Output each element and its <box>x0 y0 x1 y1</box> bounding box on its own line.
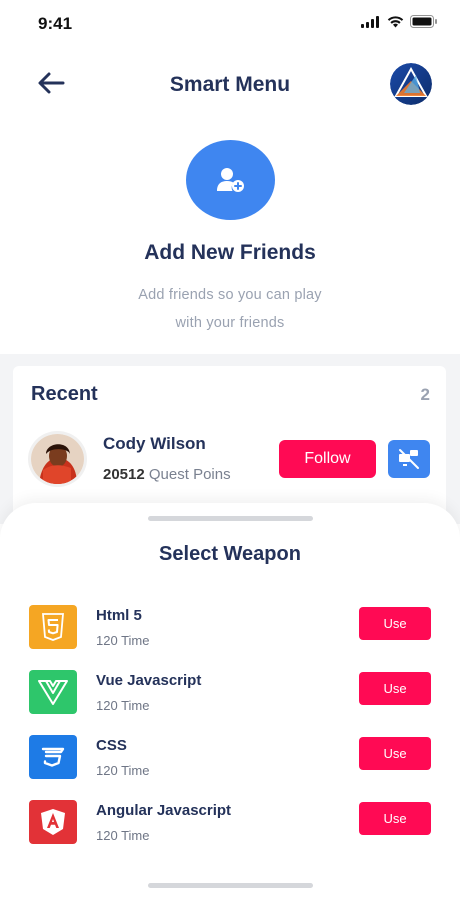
friend-avatar[interactable] <box>31 434 84 484</box>
friend-points: 20512 Quest Poins <box>103 466 231 483</box>
wifi-icon <box>387 16 404 28</box>
weapon-meta: 120 Time <box>96 763 150 778</box>
use-button[interactable]: Use <box>359 672 431 705</box>
friend-points-label: Quest Poins <box>148 466 231 483</box>
battery-icon <box>410 15 437 28</box>
follow-button[interactable]: Follow <box>279 440 376 478</box>
hero-subtitle-line: Add friends so you can play <box>138 287 322 303</box>
block-screen-button[interactable] <box>388 440 430 478</box>
weapon-name: Html 5 <box>96 607 142 624</box>
screen-off-icon <box>399 449 419 469</box>
html5-icon <box>29 605 77 649</box>
weapon-name: CSS <box>96 737 127 754</box>
recent-count: 2 <box>420 385 430 404</box>
use-button[interactable]: Use <box>359 802 431 835</box>
cellular-signal-icon <box>361 15 379 28</box>
status-icons <box>361 15 438 28</box>
hero-subtitle: Add friends so you can play with your fr… <box>0 281 460 337</box>
weapon-row: Angular Javascript 120 Time Use <box>0 800 460 850</box>
status-time: 9:41 <box>38 14 73 33</box>
hero-subtitle-line: with your friends <box>175 315 285 331</box>
friend-name: Cody Wilson <box>103 434 206 453</box>
weapon-name: Angular Javascript <box>96 802 232 819</box>
recent-title: Recent <box>31 383 98 405</box>
home-indicator[interactable] <box>148 883 313 888</box>
hero-title: Add New Friends <box>144 241 316 264</box>
weapon-row: CSS 120 Time Use <box>0 735 460 785</box>
add-user-icon <box>216 168 244 192</box>
use-button[interactable]: Use <box>359 607 431 640</box>
weapon-meta: 120 Time <box>96 633 150 648</box>
angular-icon <box>29 800 77 844</box>
profile-avatar[interactable] <box>390 63 432 105</box>
sheet-title: Select Weapon <box>159 543 301 565</box>
weapon-row: Html 5 120 Time Use <box>0 605 460 655</box>
weapon-row: Vue Javascript 120 Time Use <box>0 670 460 720</box>
weapon-meta: 120 Time <box>96 828 150 843</box>
sheet-drag-handle[interactable] <box>148 516 313 521</box>
friend-points-value: 20512 <box>103 466 145 483</box>
add-friend-badge <box>186 140 275 220</box>
css3-icon <box>29 735 77 779</box>
weapon-meta: 120 Time <box>96 698 150 713</box>
vue-icon <box>29 670 77 714</box>
weapon-name: Vue Javascript <box>96 672 202 689</box>
use-button[interactable]: Use <box>359 737 431 770</box>
